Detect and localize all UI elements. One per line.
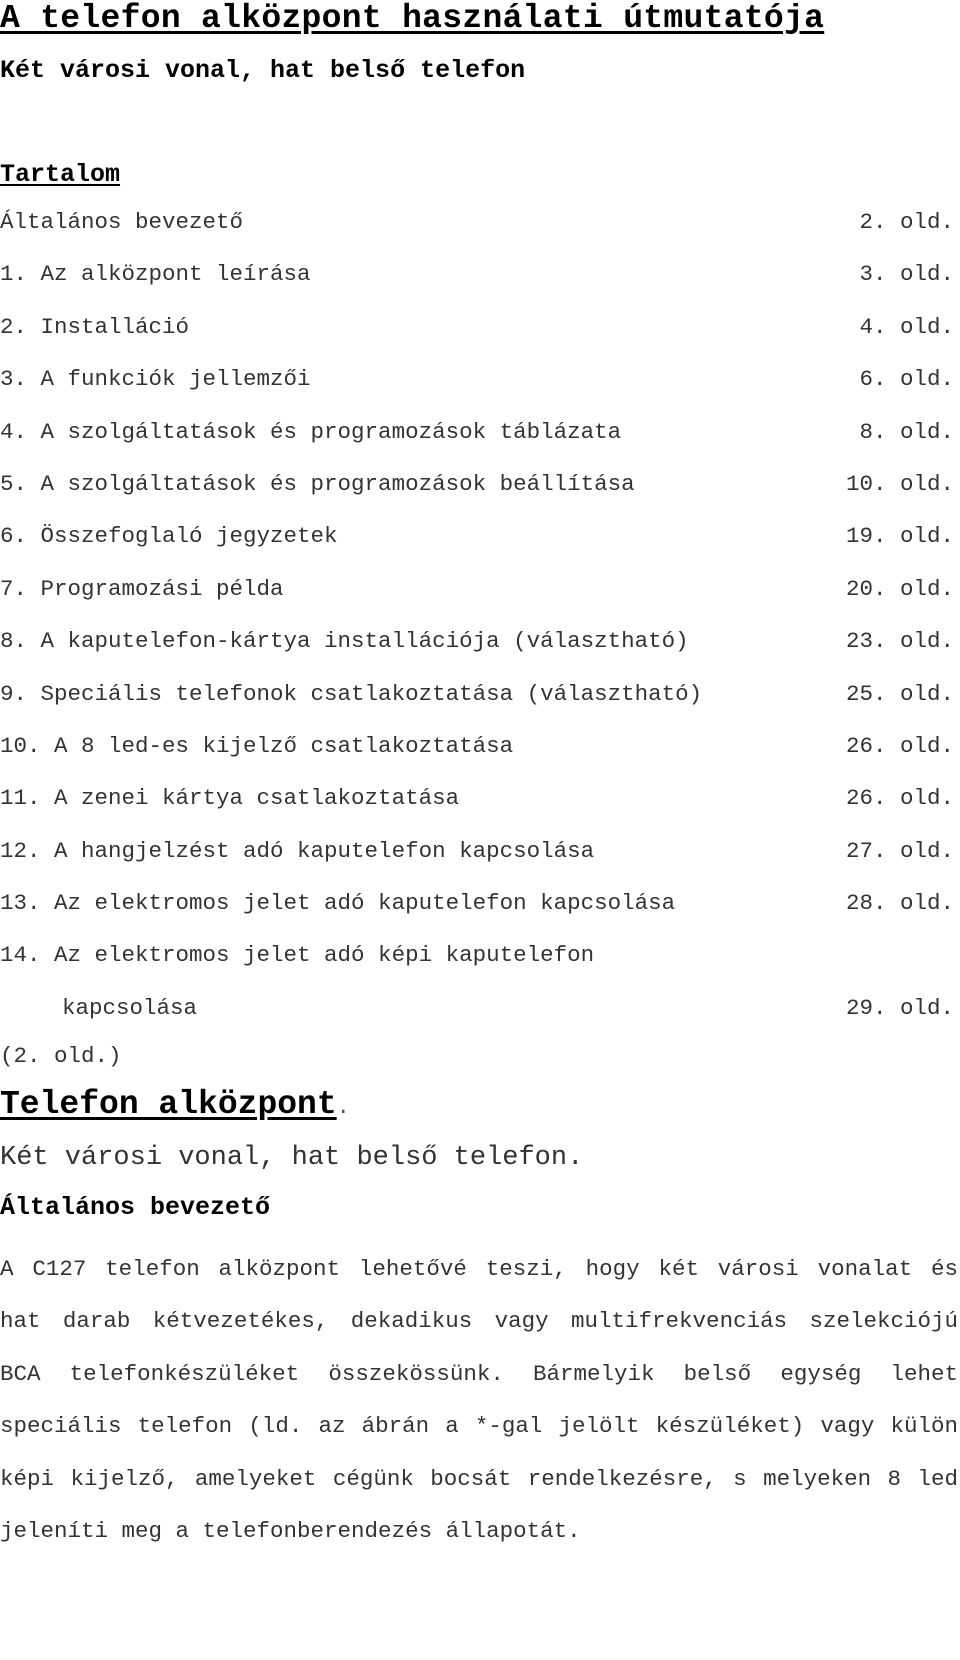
toc-entry[interactable]: 12. A hangjelzést adó kaputelefon kapcso… <box>0 836 960 888</box>
page-marker: (2. old.) <box>0 1043 122 1069</box>
toc-entry-page: 26. old. <box>845 785 954 812</box>
section-subtitle: Két városi vonal, hat belső telefon. <box>0 1143 584 1173</box>
toc-entry[interactable]: 5. A szolgáltatások és programozások beá… <box>0 469 960 521</box>
toc-entry-label: 11. A zenei kártya csatlakoztatása <box>0 785 460 812</box>
toc-entry-label: Általános bevezető <box>0 209 244 235</box>
toc-entry-page: 29. old. <box>845 994 954 1021</box>
toc-entry-page: 28. old. <box>845 890 954 917</box>
toc-entry-continuation[interactable]: kapcsolása 29. old. <box>0 993 960 1045</box>
document-subtitle: Két városi vonal, hat belső telefon <box>0 56 526 85</box>
toc-entry-label: 13. Az elektromos jelet adó kaputelefon … <box>0 890 676 917</box>
toc-entry[interactable]: 7. Programozási példa 20. old. <box>0 574 960 626</box>
toc-entry-label: 8. A kaputelefon-kártya installációja (v… <box>0 628 689 655</box>
toc-entry[interactable]: 13. Az elektromos jelet adó kaputelefon … <box>0 888 960 940</box>
toc-entry-page: 25. old. <box>845 680 954 707</box>
toc-entry-label: 10. A 8 led-es kijelző csatlakoztatása <box>0 732 514 759</box>
toc-entry[interactable]: 14. Az elektromos jelet adó képi kaputel… <box>0 940 960 992</box>
section-title-suffix: . <box>336 1095 350 1120</box>
document-title: A telefon alközpont használati útmutatój… <box>0 0 825 37</box>
toc-entry-label: 2. Installáció <box>0 313 190 340</box>
toc-entry-page: 8. old. <box>859 418 954 445</box>
toc-entry-label: 9. Speciális telefonok csatlakoztatása (… <box>0 680 703 707</box>
toc-entry[interactable]: 11. A zenei kártya csatlakoztatása 26. ol… <box>0 783 960 835</box>
toc-entry[interactable]: 8. A kaputelefon-kártya installációja (v… <box>0 626 960 678</box>
toc-entry-page: 4. old. <box>859 313 954 340</box>
toc-entry-label: 7. Programozási példa <box>0 575 284 602</box>
toc-entry[interactable]: 1. Az alközpont leírása 3. old. <box>0 259 960 311</box>
toc-entry-page: 10. old. <box>845 470 954 497</box>
toc-entry[interactable]: 6. Összefoglaló jegyzetek 19. old. <box>0 521 960 573</box>
toc-entry-page: 3. old. <box>859 261 954 288</box>
toc-entry-page: 19. old. <box>845 523 954 550</box>
section-title: Telefon alközpont. <box>0 1086 350 1123</box>
toc-entry-label: 3. A funkciók jellemzői <box>0 366 311 393</box>
toc-entry-page: 23. old. <box>845 628 954 655</box>
toc-entry-page: 26. old. <box>845 732 954 759</box>
toc-entry-page: 6. old. <box>859 366 954 393</box>
toc-entry-label: 1. Az alközpont leírása <box>0 261 311 288</box>
toc-entry-label: kapcsolása <box>62 994 198 1021</box>
intro-heading: Általános bevezető <box>0 1193 271 1222</box>
toc-heading: Tartalom <box>0 160 121 189</box>
toc-entry[interactable]: 2. Installáció 4. old. <box>0 312 960 364</box>
toc-entry-label: 4. A szolgáltatások és programozások táb… <box>0 418 622 445</box>
toc-entry[interactable]: 9. Speciális telefonok csatlakoztatása (… <box>0 679 960 731</box>
toc-entry-page: 20. old. <box>845 575 954 602</box>
toc-entry[interactable]: Általános bevezető 2. old. <box>0 207 960 259</box>
intro-paragraph: A C127 telefon alközpont lehetővé teszi,… <box>0 1256 958 1545</box>
toc-entry-label: 5. A szolgáltatások és programozások beá… <box>0 470 635 497</box>
table-of-contents: Általános bevezető 2. old. 1. Az alközpon… <box>0 207 960 1045</box>
toc-entry[interactable]: 3. A funkciók jellemzői 6. old. <box>0 364 960 416</box>
toc-entry-page: 2. old. <box>859 209 954 235</box>
toc-entry-label: 14. Az elektromos jelet adó képi kaputel… <box>0 942 595 969</box>
toc-entry[interactable]: 10. A 8 led-es kijelző csatlakoztatása 26… <box>0 731 960 783</box>
section-title-text: Telefon alközpont <box>0 1086 337 1123</box>
toc-entry-page: 27. old. <box>845 837 954 864</box>
toc-entry[interactable]: 4. A szolgáltatások és programozások táb… <box>0 417 960 469</box>
toc-entry-label: 6. Összefoglaló jegyzetek <box>0 523 338 550</box>
toc-entry-label: 12. A hangjelzést adó kaputelefon kapcso… <box>0 837 595 864</box>
